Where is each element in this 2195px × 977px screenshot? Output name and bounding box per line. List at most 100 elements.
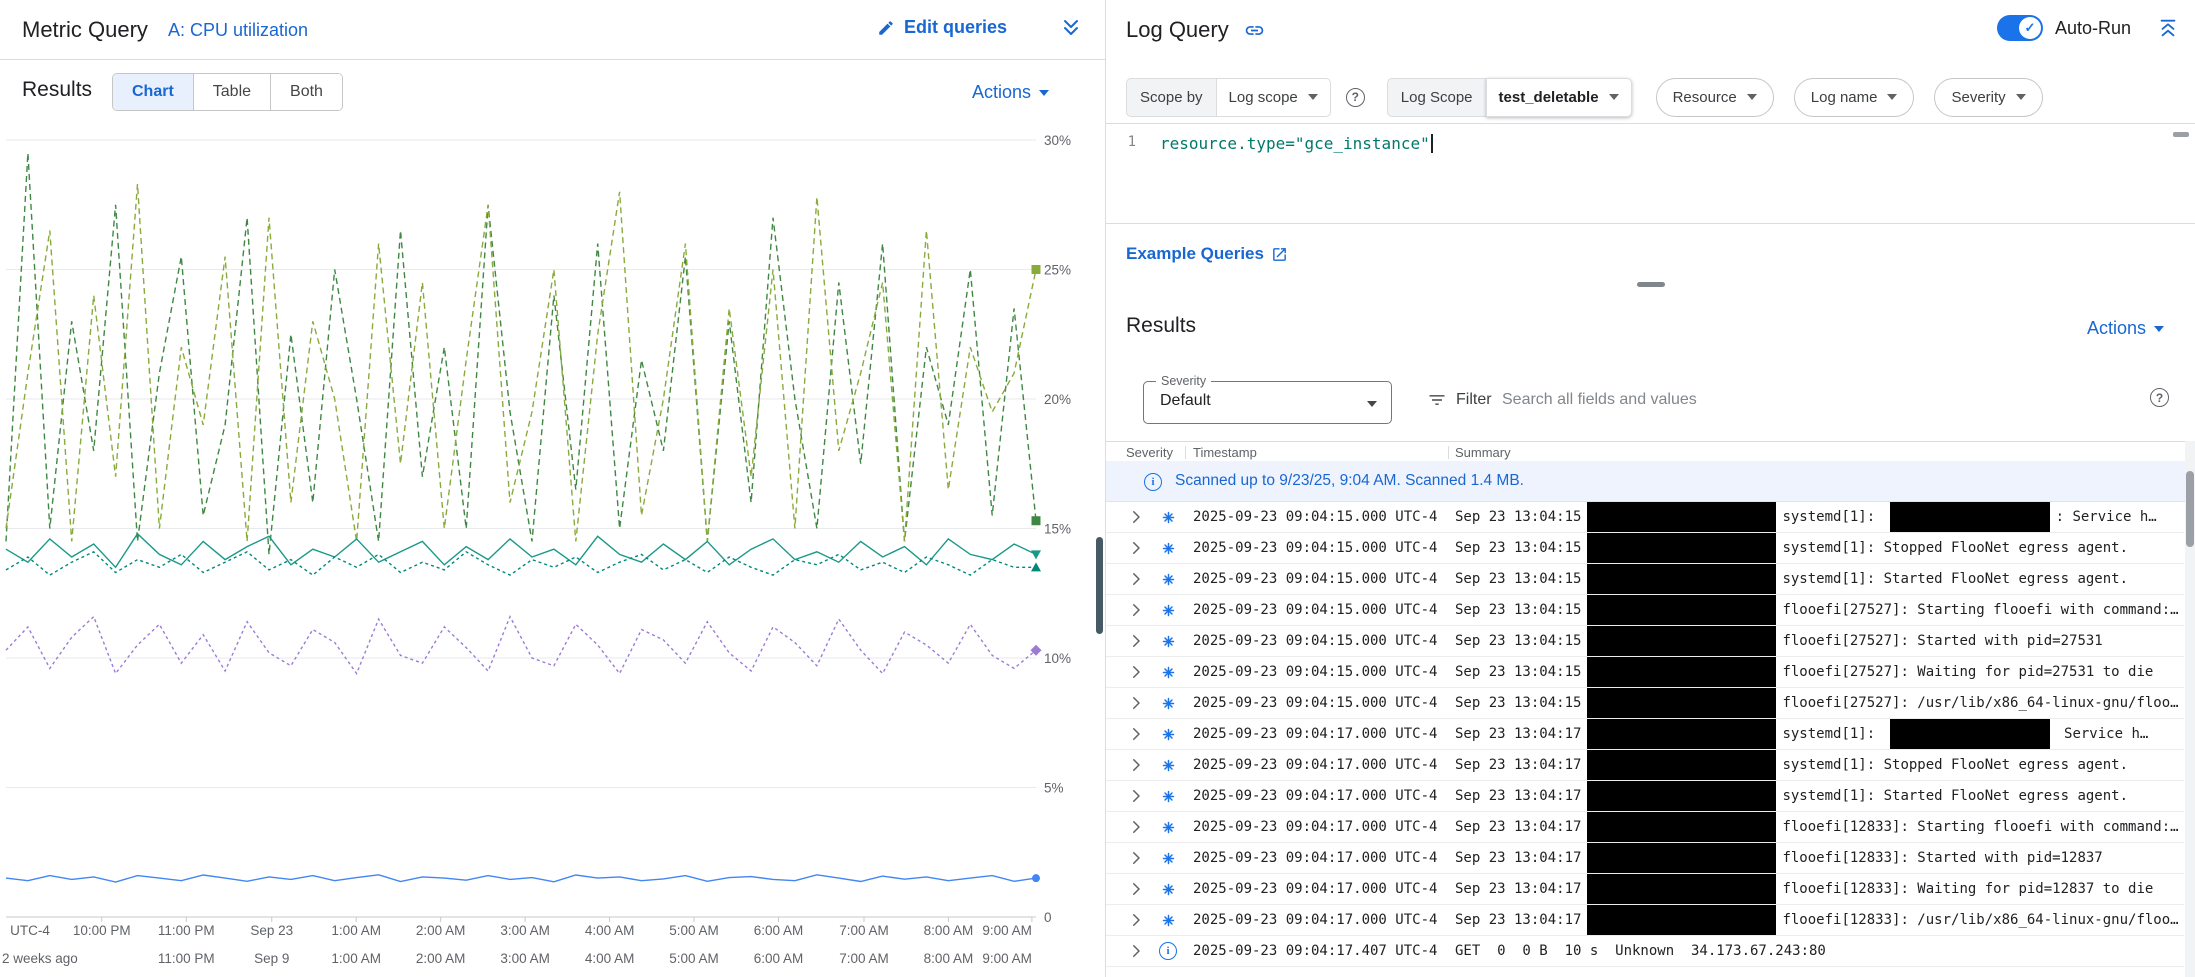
filter-button[interactable]: Filter	[1427, 390, 1492, 410]
series-marker-green-light	[1032, 265, 1041, 274]
resource-filter-pill[interactable]: Resource	[1656, 78, 1774, 117]
expand-chevron-icon[interactable]	[1127, 539, 1145, 557]
log-row[interactable]: 2025-09-23 09:04:15.000 UTC-4Sep 23 13:0…	[1106, 533, 2184, 564]
expand-chevron-icon[interactable]	[1127, 911, 1145, 929]
log-row[interactable]: 2025-09-23 09:04:15.000 UTC-4Sep 23 13:0…	[1106, 657, 2184, 688]
pencil-icon	[877, 19, 895, 37]
x-axis-baseline-label: Sep 9	[254, 951, 289, 966]
severity-default-icon	[1161, 789, 1176, 804]
summary-text: Service h…	[2056, 726, 2149, 742]
chevron-down-icon	[1747, 94, 1757, 100]
log-actions-dropdown[interactable]: Actions	[2087, 318, 2164, 339]
x-axis-label: 3:00 AM	[500, 923, 550, 938]
log-row[interactable]: 2025-09-23 09:04:17.000 UTC-4Sep 23 13:0…	[1106, 812, 2184, 843]
severity-select[interactable]: Severity Default	[1143, 381, 1392, 424]
log-scope-chip-label: Log Scope	[1387, 78, 1486, 117]
log-row[interactable]: 2025-09-23 09:04:17.000 UTC-4Sep 23 13:0…	[1106, 719, 2184, 750]
x-axis-baseline-label: 2:00 AM	[416, 951, 466, 966]
search-input[interactable]	[1502, 384, 2082, 416]
y-axis-label: 15%	[1044, 522, 1071, 537]
chart-gridlines: 30%25%20%15%10%5%0	[6, 133, 1071, 925]
scope-help-icon[interactable]: ?	[1346, 88, 1365, 107]
expand-chevron-icon[interactable]	[1127, 787, 1145, 805]
severity-default-icon	[1161, 820, 1176, 835]
log-row[interactable]: 2025-09-23 09:04:17.000 UTC-4Sep 23 13:0…	[1106, 750, 2184, 781]
severity-default-icon	[1161, 913, 1176, 928]
query-a-badge[interactable]: A: CPU utilization	[168, 20, 308, 41]
metric-query-panel: Metric Query A: CPU utilization Edit que…	[0, 0, 1105, 977]
expand-chevron-icon[interactable]	[1127, 663, 1145, 681]
summary-text: flooefi[27527]: /usr/lib/x86_64-linux-gn…	[1782, 695, 2178, 711]
log-row[interactable]: 2025-09-23 09:04:17.000 UTC-4Sep 23 13:0…	[1106, 843, 2184, 874]
editor-scrollbar-thumb[interactable]	[2173, 132, 2189, 137]
redaction-box	[1890, 502, 2050, 532]
example-queries-link[interactable]: Example Queries	[1126, 244, 1288, 264]
expand-chevron-icon[interactable]	[1127, 880, 1145, 898]
log-timestamp: 2025-09-23 09:04:17.000 UTC-4	[1186, 912, 1448, 928]
log-row[interactable]: 2025-09-23 09:04:17.000 UTC-4Sep 23 13:0…	[1106, 874, 2184, 905]
x-axis-label: 4:00 AM	[585, 923, 635, 938]
severity-pill-label: Severity	[1951, 89, 2005, 106]
view-toggle-chart[interactable]: Chart	[113, 74, 193, 110]
expand-chevron-icon[interactable]	[1127, 632, 1145, 650]
collapse-panel-icon[interactable]	[2157, 17, 2179, 39]
log-name-filter-pill[interactable]: Log name	[1794, 78, 1915, 117]
x-axis-label: 10:00 PM	[73, 923, 131, 938]
results-help-icon[interactable]: ?	[2150, 388, 2169, 407]
metric-actions-dropdown[interactable]: Actions	[972, 82, 1049, 103]
metric-query-header: Metric Query A: CPU utilization Edit que…	[0, 0, 1105, 60]
expand-chevron-icon[interactable]	[1127, 508, 1145, 526]
log-timestamp: 2025-09-23 09:04:15.000 UTC-4	[1186, 602, 1448, 618]
expand-chevron-icon[interactable]	[1127, 601, 1145, 619]
log-row[interactable]: 2025-09-23 09:04:17.000 UTC-4Sep 23 13:0…	[1106, 905, 2184, 936]
query-editor[interactable]: 1 resource.type="gce_instance"	[1106, 123, 2195, 224]
x-axis-label: 1:00 AM	[331, 923, 381, 938]
auto-run-toggle[interactable]: ✓	[1997, 15, 2043, 41]
left-panel-scrollbar-thumb[interactable]	[1096, 537, 1103, 634]
expand-chevron-icon[interactable]	[1127, 570, 1145, 588]
x-axis-baseline-label: 7:00 AM	[839, 951, 889, 966]
col-timestamp: Timestamp	[1193, 445, 1257, 460]
log-row[interactable]: 2025-09-23 09:04:15.000 UTC-4Sep 23 13:0…	[1106, 595, 2184, 626]
log-table-header: Severity Timestamp Summary	[1106, 441, 2195, 461]
x-axis-baseline-label: 4:00 AM	[585, 951, 635, 966]
log-results-bar: Results Actions	[1106, 306, 2195, 350]
log-row[interactable]: 2025-09-23 09:04:15.000 UTC-4Sep 23 13:0…	[1106, 626, 2184, 657]
view-toggle-both[interactable]: Both	[270, 74, 342, 110]
summary-text: flooefi[12833]: Started with pid=12837	[1782, 850, 2102, 866]
log-row[interactable]: 2025-09-23 09:04:15.000 UTC-4Sep 23 13:0…	[1106, 502, 2184, 533]
link-icon[interactable]	[1244, 20, 1265, 41]
log-scope-dropdown[interactable]: Log scope	[1216, 78, 1331, 117]
log-row[interactable]: 2025-09-23 09:04:17.000 UTC-4Sep 23 13:0…	[1106, 781, 2184, 812]
expand-chevron-icon[interactable]	[1127, 942, 1145, 960]
log-summary: GET 0 0 B 10 s Unknown 34.173.67.243:80	[1448, 943, 2184, 959]
edit-queries-button[interactable]: Edit queries	[877, 17, 1007, 38]
scope-by-control: Scope by Log scope	[1126, 78, 1331, 117]
x-axis-label: UTC-4	[10, 923, 50, 938]
expand-queries-icon[interactable]	[1059, 16, 1083, 40]
log-entries-list: 2025-09-23 09:04:15.000 UTC-4Sep 23 13:0…	[1106, 502, 2184, 967]
log-timestamp: 2025-09-23 09:04:17.000 UTC-4	[1186, 757, 1448, 773]
resize-drag-handle[interactable]	[1637, 282, 1665, 287]
severity-default-icon	[1161, 665, 1176, 680]
expand-chevron-icon[interactable]	[1127, 818, 1145, 836]
log-timestamp: 2025-09-23 09:04:17.000 UTC-4	[1186, 726, 1448, 742]
log-query-toolbar: Scope by Log scope ? Log Scope test_dele…	[1126, 77, 2187, 117]
cpu-utilization-chart[interactable]: 30%25%20%15%10%5%0UTC-42 weeks ago10:00 …	[0, 128, 1100, 977]
redaction-box	[1587, 564, 1776, 594]
line-number: 1	[1106, 134, 1146, 153]
view-toggle-table[interactable]: Table	[193, 74, 270, 110]
expand-chevron-icon[interactable]	[1127, 694, 1145, 712]
expand-chevron-icon[interactable]	[1127, 756, 1145, 774]
log-row[interactable]: 2025-09-23 09:04:15.000 UTC-4Sep 23 13:0…	[1106, 688, 2184, 719]
y-axis-label: 20%	[1044, 392, 1071, 407]
log-scope-value-dropdown[interactable]: test_deletable	[1486, 78, 1632, 117]
log-row[interactable]: 2025-09-23 09:04:15.000 UTC-4Sep 23 13:0…	[1106, 564, 2184, 595]
severity-filter-pill[interactable]: Severity	[1934, 78, 2042, 117]
log-row[interactable]: i2025-09-23 09:04:17.407 UTC-4GET 0 0 B …	[1106, 936, 2184, 967]
redaction-box	[1890, 719, 2050, 749]
expand-chevron-icon[interactable]	[1127, 725, 1145, 743]
expand-chevron-icon[interactable]	[1127, 849, 1145, 867]
results-scrollbar-track[interactable]	[2185, 441, 2195, 977]
results-scrollbar-thumb[interactable]	[2186, 471, 2194, 547]
